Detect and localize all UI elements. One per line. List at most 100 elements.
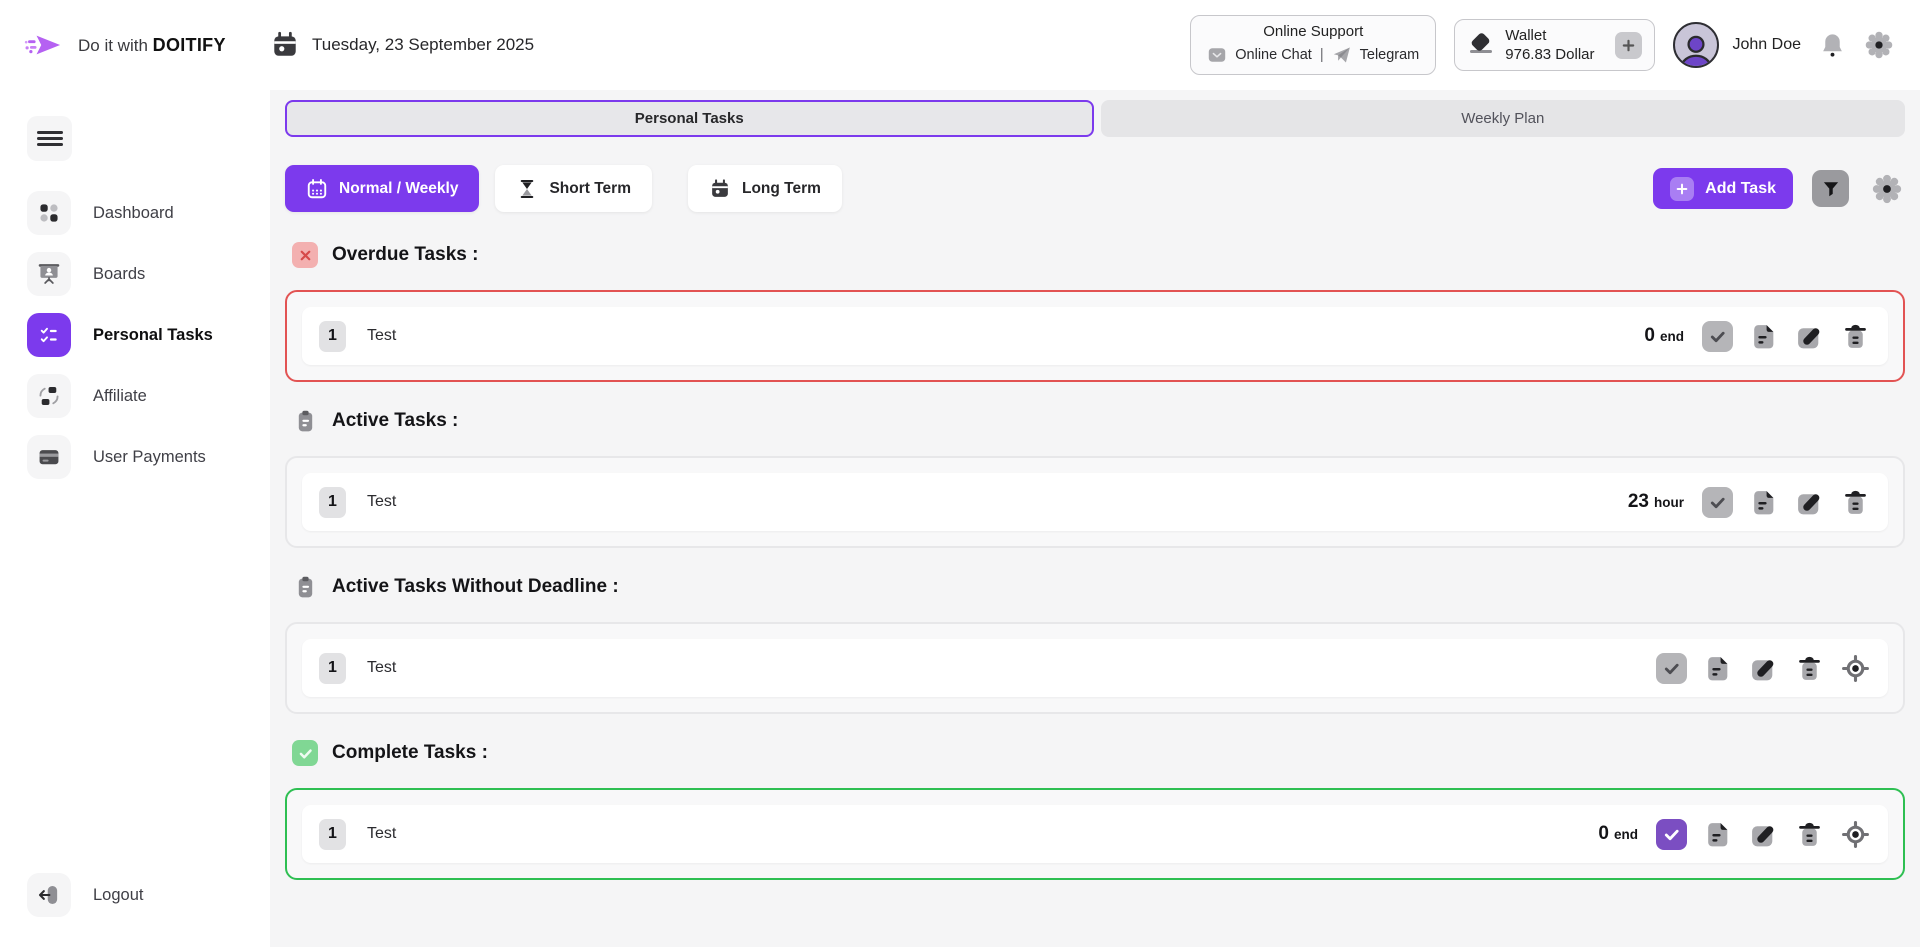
check-icon [292, 740, 318, 766]
plus-icon [1622, 39, 1635, 52]
note-icon [1703, 654, 1732, 683]
sidebar-item-personal-tasks[interactable]: Personal Tasks [0, 313, 270, 357]
filter-label: Short Term [549, 180, 631, 198]
clipboard-icon [292, 408, 318, 434]
online-support-title: Online Support [1207, 23, 1419, 40]
task-delete-button[interactable] [1794, 819, 1825, 850]
wallet-icon [1467, 31, 1495, 59]
affiliate-icon [27, 374, 71, 418]
task-settings-button[interactable] [1868, 170, 1905, 207]
task-focus-button[interactable] [1840, 819, 1871, 850]
task-note-button[interactable] [1748, 487, 1779, 518]
task-focus-button[interactable] [1840, 653, 1871, 684]
sidebar-item-label: Personal Tasks [93, 326, 213, 345]
task-actions: 0end [1644, 321, 1871, 352]
task-note-button[interactable] [1702, 653, 1733, 684]
wallet-topup-button[interactable] [1615, 32, 1642, 59]
close-icon [292, 242, 318, 268]
filter-normal-weekly[interactable]: Normal / Weekly [285, 165, 479, 212]
task-note-button[interactable] [1748, 321, 1779, 352]
sidebar-item-dashboard[interactable]: Dashboard [0, 191, 270, 235]
logout-icon [27, 873, 71, 917]
user-name: John Doe [1733, 36, 1802, 54]
section-container: 1 Test 23hour [285, 456, 1905, 548]
section-overdue-tasks: Overdue Tasks : 1 Test 0end [285, 242, 1905, 382]
hourglass-icon [516, 178, 538, 200]
hamburger-icon [37, 128, 63, 149]
task-name: Test [367, 659, 396, 677]
task-edit-button[interactable] [1748, 819, 1779, 850]
task-delete-button[interactable] [1840, 487, 1871, 518]
task-edit-button[interactable] [1794, 487, 1825, 518]
avatar[interactable] [1673, 22, 1719, 68]
section-complete-tasks: Complete Tasks : 1 Test 0end [285, 740, 1905, 880]
brand-text: Do it with DOITIFY [78, 35, 226, 56]
filter-tasks-button[interactable] [1812, 170, 1849, 207]
calendar-solid-icon [709, 178, 731, 200]
section-header: Complete Tasks : [292, 740, 1905, 766]
sidebar-item-label: Affiliate [93, 387, 147, 406]
target-icon [1841, 654, 1870, 683]
task-duration-value: 0 [1598, 823, 1609, 845]
card-icon [27, 435, 71, 479]
view-tabs: Personal TasksWeekly Plan [285, 100, 1905, 137]
task-duration-unit: end [1660, 329, 1684, 344]
sidebar-item-label: Boards [93, 265, 145, 284]
wallet-title: Wallet [1505, 27, 1594, 44]
app-root: Do it with DOITIFY Tuesday, 23 September… [0, 0, 1920, 947]
online-chat-link[interactable]: Online Chat [1235, 47, 1312, 63]
task-duration: 0end [1644, 325, 1684, 347]
task-number-badge: 1 [319, 653, 346, 684]
tab-weekly-plan[interactable]: Weekly Plan [1101, 100, 1906, 137]
task-row: 1 Test 23hour [302, 473, 1888, 531]
sidebar-nav: Dashboard Boards Personal Tasks Affiliat… [0, 191, 270, 479]
doitify-logo-icon [22, 29, 68, 61]
section-title: Complete Tasks : [332, 742, 488, 764]
section-header: Overdue Tasks : [292, 242, 1905, 268]
pencil-icon [1795, 488, 1824, 517]
tab-personal-tasks[interactable]: Personal Tasks [285, 100, 1094, 137]
filter-short-term[interactable]: Short Term [495, 165, 652, 212]
trash-icon [1795, 820, 1824, 849]
calendar-icon [306, 178, 328, 200]
task-complete-checkbox[interactable] [1656, 653, 1687, 684]
pencil-icon [1749, 654, 1778, 683]
task-number-badge: 1 [319, 487, 346, 518]
logout-button[interactable]: Logout [27, 873, 143, 917]
brand-prefix: Do it with [78, 36, 148, 55]
add-task-label: Add Task [1705, 180, 1776, 198]
calendar-icon [270, 30, 300, 60]
task-note-button[interactable] [1702, 819, 1733, 850]
section-header: Active Tasks Without Deadline : [292, 574, 1905, 600]
plus-icon [1670, 177, 1694, 201]
task-edit-button[interactable] [1748, 653, 1779, 684]
task-delete-button[interactable] [1794, 653, 1825, 684]
task-edit-button[interactable] [1794, 321, 1825, 352]
online-support-card: Online Support Online Chat | Telegram [1190, 15, 1436, 75]
sidebar-item-user-payments[interactable]: User Payments [0, 435, 270, 479]
logout-label: Logout [93, 886, 143, 905]
task-delete-button[interactable] [1840, 321, 1871, 352]
task-complete-checkbox[interactable] [1702, 321, 1733, 352]
check-icon [1709, 328, 1726, 345]
notifications-button[interactable] [1819, 32, 1846, 59]
sidebar: Dashboard Boards Personal Tasks Affiliat… [0, 90, 270, 947]
task-toolbar: Normal / Weekly Short Term Long Term Add… [285, 165, 1905, 212]
task-row: 1 Test 0end [302, 307, 1888, 365]
task-complete-checkbox[interactable] [1656, 819, 1687, 850]
add-task-button[interactable]: Add Task [1653, 168, 1793, 209]
board-icon [27, 252, 71, 296]
section-container: 1 Test [285, 622, 1905, 714]
filter-long-term[interactable]: Long Term [688, 165, 842, 212]
note-icon [1749, 322, 1778, 351]
sidebar-item-affiliate[interactable]: Affiliate [0, 374, 270, 418]
task-name: Test [367, 493, 396, 511]
dashboard-icon [27, 191, 71, 235]
sidebar-item-boards[interactable]: Boards [0, 252, 270, 296]
telegram-link[interactable]: Telegram [1360, 47, 1420, 63]
task-complete-checkbox[interactable] [1702, 487, 1733, 518]
sidebar-toggle-button[interactable] [27, 116, 72, 161]
wallet-card: Wallet 976.83 Dollar [1454, 19, 1654, 71]
header-settings-button[interactable] [1864, 30, 1894, 60]
sidebar-item-label: Dashboard [93, 204, 174, 223]
